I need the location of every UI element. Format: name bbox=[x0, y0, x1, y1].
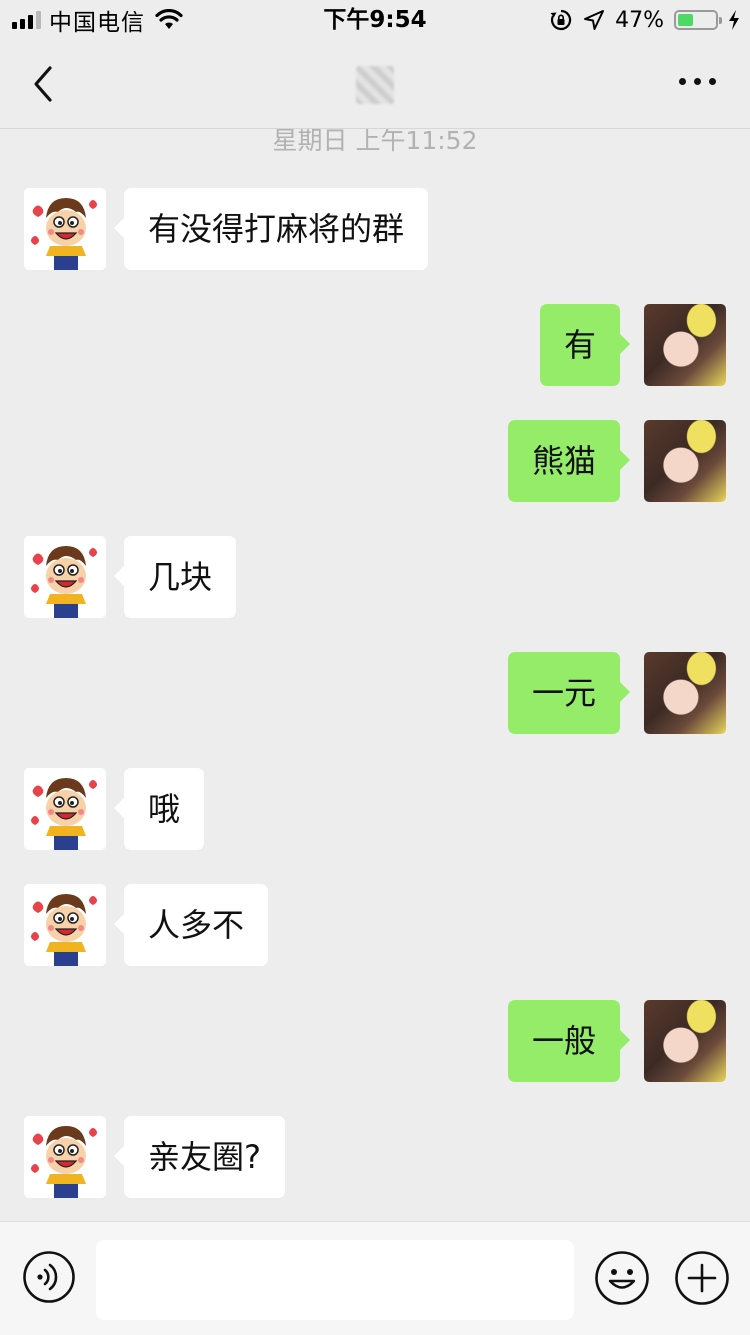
more-dot bbox=[709, 78, 716, 85]
battery-percent: 47% bbox=[615, 7, 664, 33]
voice-button[interactable] bbox=[22, 1250, 76, 1304]
message-input[interactable] bbox=[96, 1240, 574, 1320]
contact-avatar[interactable] bbox=[24, 188, 106, 270]
voice-icon bbox=[23, 1251, 75, 1303]
message-bubble[interactable]: 一元 bbox=[507, 652, 631, 734]
contact-title-blurred bbox=[356, 66, 394, 104]
received-message: 亲友圈? bbox=[0, 1116, 750, 1198]
plus-button[interactable] bbox=[674, 1250, 730, 1306]
chat-area[interactable]: 星期日 上午11:52 有没得打麻将的群有熊猫 几块 一元 哦 人多不 一般 亲… bbox=[0, 129, 750, 1221]
back-chevron-icon bbox=[34, 66, 52, 102]
my-avatar[interactable] bbox=[644, 652, 726, 734]
message-bubble[interactable]: 一般 bbox=[507, 1000, 631, 1082]
battery-icon bbox=[674, 10, 722, 30]
message-bubble[interactable]: 熊猫 bbox=[507, 420, 631, 502]
sent-message: 一元 bbox=[0, 652, 750, 734]
my-avatar[interactable] bbox=[644, 1000, 726, 1082]
contact-avatar[interactable] bbox=[24, 768, 106, 850]
battery-level-fill bbox=[678, 14, 693, 26]
emoji-button[interactable] bbox=[594, 1250, 650, 1306]
received-message: 哦 bbox=[0, 768, 750, 850]
charging-bolt-icon bbox=[729, 10, 739, 30]
received-message: 几块 bbox=[0, 536, 750, 618]
more-button[interactable] bbox=[679, 78, 716, 85]
more-dots-icon bbox=[679, 78, 686, 85]
status-bar: 中国电信 下午9:54 47% bbox=[0, 0, 750, 40]
sent-message: 一般 bbox=[0, 1000, 750, 1082]
chat-timestamp: 星期日 上午11:52 bbox=[272, 129, 478, 155]
plus-icon bbox=[675, 1251, 729, 1305]
chat-header bbox=[0, 40, 750, 129]
battery-cap bbox=[719, 17, 722, 24]
sent-message: 有 bbox=[0, 304, 750, 386]
my-avatar[interactable] bbox=[644, 304, 726, 386]
orientation-lock-icon bbox=[550, 9, 572, 31]
received-message: 人多不 bbox=[0, 884, 750, 966]
message-bubble[interactable]: 亲友圈? bbox=[114, 1116, 285, 1198]
contact-avatar[interactable] bbox=[24, 536, 106, 618]
message-bubble[interactable]: 人多不 bbox=[113, 884, 269, 966]
message-bubble[interactable]: 哦 bbox=[113, 768, 205, 850]
contact-avatar[interactable] bbox=[24, 884, 106, 966]
back-button[interactable] bbox=[28, 62, 68, 106]
message-bubble[interactable]: 有没得打麻将的群 bbox=[113, 188, 429, 270]
sent-message: 熊猫 bbox=[0, 420, 750, 502]
location-arrow-icon bbox=[584, 10, 605, 30]
emoji-icon bbox=[595, 1251, 649, 1305]
received-message: 有没得打麻将的群 bbox=[0, 188, 750, 270]
status-right: 47% bbox=[549, 6, 740, 34]
message-bubble[interactable]: 有 bbox=[539, 304, 631, 386]
my-avatar[interactable] bbox=[644, 420, 726, 502]
input-bar bbox=[0, 1221, 750, 1335]
contact-avatar[interactable] bbox=[24, 1116, 106, 1198]
more-dot bbox=[694, 78, 701, 85]
message-bubble[interactable]: 几块 bbox=[113, 536, 237, 618]
